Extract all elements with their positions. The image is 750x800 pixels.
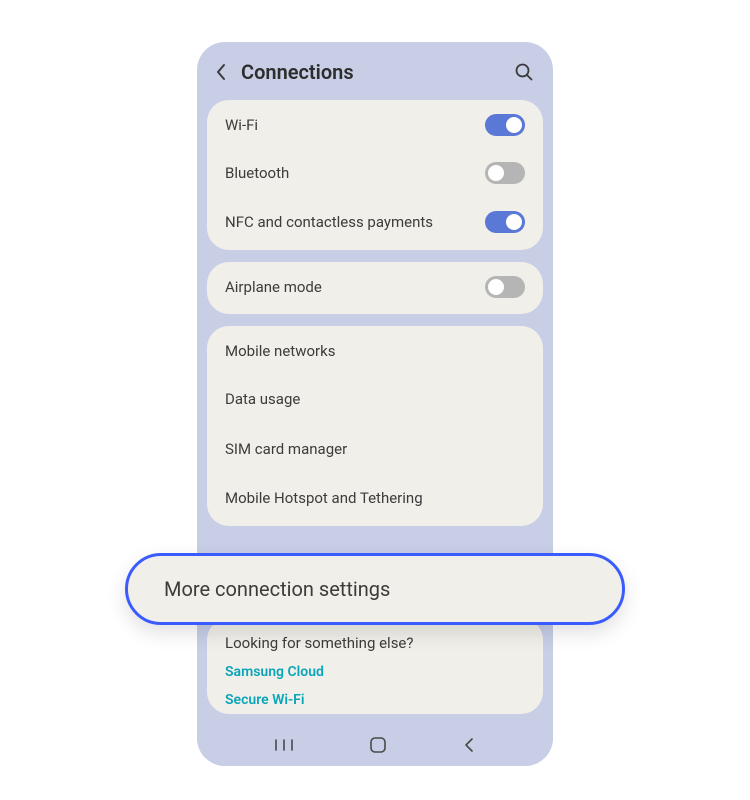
header: Connections [197, 42, 553, 100]
toggle-airplane[interactable] [485, 276, 525, 298]
toggle-nfc[interactable] [485, 211, 525, 233]
settings-item-label: Bluetooth [225, 164, 289, 182]
settings-item-label: Airplane mode [225, 278, 322, 296]
settings-item-label: Mobile networks [225, 342, 335, 360]
settings-item-nfc[interactable]: NFC and contactless payments [207, 200, 543, 250]
footer-link-secure-wifi[interactable]: Secure Wi-Fi [207, 686, 543, 714]
settings-item-data-usage[interactable]: Data usage [207, 376, 543, 426]
back-icon[interactable] [211, 62, 231, 82]
toggle-wifi[interactable] [485, 114, 525, 136]
footer-card: Looking for something else? Samsung Clou… [207, 618, 543, 714]
scroll-area[interactable]: Wi-Fi Bluetooth NFC and contactless paym… [197, 100, 553, 724]
settings-item-label: Data usage [225, 390, 300, 408]
settings-item-bluetooth[interactable]: Bluetooth [207, 150, 543, 200]
highlight-label: More connection settings [164, 577, 390, 601]
nav-bar [197, 724, 553, 766]
settings-item-mobile-networks[interactable]: Mobile networks [207, 326, 543, 376]
search-icon[interactable] [513, 61, 535, 83]
settings-group: Wi-Fi Bluetooth NFC and contactless paym… [207, 100, 543, 250]
settings-group: Mobile networks Data usage SIM card mana… [207, 326, 543, 526]
settings-item-label: NFC and contactless payments [225, 213, 433, 231]
settings-item-label: Wi-Fi [225, 116, 258, 134]
phone-frame: Connections Wi-Fi Bluetooth NFC and cont… [197, 42, 553, 766]
settings-item-wifi[interactable]: Wi-Fi [207, 100, 543, 150]
nav-recents-icon[interactable] [274, 738, 294, 752]
footer-link-samsung-cloud[interactable]: Samsung Cloud [207, 658, 543, 686]
toggle-bluetooth[interactable] [485, 162, 525, 184]
page-title: Connections [241, 60, 503, 84]
settings-group: Airplane mode [207, 262, 543, 314]
settings-item-label: Mobile Hotspot and Tethering [225, 489, 423, 507]
nav-home-icon[interactable] [369, 736, 387, 754]
settings-item-hotspot[interactable]: Mobile Hotspot and Tethering [207, 476, 543, 526]
settings-item-label: SIM card manager [225, 440, 347, 458]
settings-item-more-connection[interactable]: More connection settings [125, 553, 625, 625]
nav-back-icon[interactable] [462, 737, 476, 753]
settings-item-sim-manager[interactable]: SIM card manager [207, 426, 543, 476]
settings-item-airplane[interactable]: Airplane mode [207, 262, 543, 314]
